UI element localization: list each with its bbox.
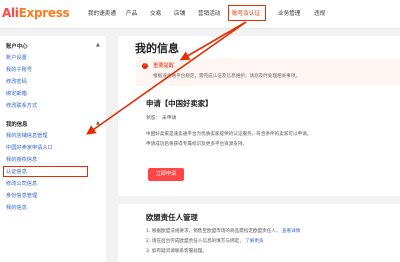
top-navigation-bar: AliExpress 我的速卖通 产品 交易 店铺 营销活动 账号及认证 业务管…	[0, 0, 400, 29]
list-item: 1. 根据欧盟法规要求，销售至欧盟市场的商品需指定欧盟责任人， 查看详情	[146, 228, 300, 234]
apply-description-line2: 申请成功后将获得专属标识及更多平台资源支持。	[146, 142, 248, 147]
nav-item-my-aliexpress[interactable]: 我的速卖通	[88, 9, 116, 17]
list-item-link[interactable]: 了解更多	[245, 239, 263, 244]
list-item-prefix: 3.	[146, 249, 151, 254]
sidebar-item-bind-email[interactable]: 绑定邮箱	[6, 90, 27, 97]
collapse-caret-icon[interactable]: ▲	[96, 42, 100, 48]
list-item-prefix: 2.	[146, 239, 151, 244]
collapse-caret-icon[interactable]: ▲	[96, 120, 100, 126]
apply-description-line1: 中国好卖家是速卖通平台为优质卖家提供的认证服务，符合条件的卖家可以申请。	[146, 132, 312, 137]
page-title: 我的信息	[135, 42, 179, 55]
list-item-text: 如有疑问请联系客服处理。	[151, 249, 207, 254]
sidebar-item-account-settings[interactable]: 账户设置	[6, 54, 27, 61]
sidebar-item-company-info[interactable]: 修改公司信息	[6, 180, 37, 187]
list-item-text: 根据欧盟法规要求，销售至欧盟市场的商品需指定欧盟责任人，	[151, 229, 281, 234]
sidebar-item-good-seller-apply[interactable]: 中国好卖家申请入口	[6, 144, 53, 151]
sidebar-section-account[interactable]: 账户中心	[6, 42, 28, 50]
list-item-text: 请在后台完成欧盟责任人信息的填写与绑定，	[151, 239, 244, 244]
alert-icon: !	[142, 63, 148, 69]
sidebar-item-store-info[interactable]: 我的店铺信息管理	[6, 132, 48, 139]
nav-item-products[interactable]: 产品	[126, 9, 137, 17]
apply-button[interactable]: 立即申请	[148, 168, 184, 181]
notice-box: ! 重要提醒 根据速卖通平台规定，需完成认证及信息维护，请您及时处理相关事项。	[136, 58, 400, 86]
apply-title: 申请【中国好卖家】	[146, 99, 213, 108]
eu-section-title: 欧盟责任人管理	[146, 213, 198, 222]
list-item: 3. 如有疑问请联系客服处理。	[146, 248, 207, 254]
aliexpress-logo[interactable]: AliExpress	[2, 6, 70, 20]
nav-highlight-box	[228, 5, 266, 21]
sidebar-item-authorization[interactable]: 我的授权信息	[6, 156, 37, 163]
nav-item-business[interactable]: 业务管理	[278, 9, 300, 17]
logo-text-part1: Ali	[2, 6, 19, 20]
list-item: 2. 请在后台完成欧盟责任人信息的填写与绑定， 了解更多	[146, 238, 264, 244]
sidebar: 账户中心 ▲ 账户设置 我的子账号 修改密码 绑定邮箱 修改联系方式 我的信息 …	[0, 36, 106, 262]
logo-text-part2: Express	[18, 6, 70, 20]
sidebar-section-my-info[interactable]: 我的信息	[6, 120, 28, 128]
sidebar-item-sub-accounts[interactable]: 我的子账号	[6, 66, 32, 73]
sidebar-item-my-info[interactable]: 我的信息	[6, 204, 27, 211]
sidebar-item-identity[interactable]: 身份信息管理	[6, 192, 37, 199]
list-item-prefix: 1.	[146, 229, 151, 234]
sidebar-item-contact[interactable]: 修改联系方式	[6, 102, 37, 109]
list-item-link[interactable]: 查看详情	[282, 229, 300, 234]
notice-text: 根据速卖通平台规定，需完成认证及信息维护，请您及时处理相关事项。	[153, 74, 301, 79]
nav-item-violations[interactable]: 违规	[314, 9, 325, 17]
nav-item-marketing[interactable]: 营销活动	[198, 9, 220, 17]
nav-item-store[interactable]: 店铺	[174, 9, 185, 17]
notice-title: 重要提醒	[153, 63, 174, 69]
nav-item-orders[interactable]: 交易	[150, 9, 161, 17]
apply-status: 状态： 未申请	[146, 116, 177, 121]
sidebar-highlight-box	[3, 166, 88, 177]
sidebar-item-change-password[interactable]: 修改密码	[6, 78, 27, 85]
